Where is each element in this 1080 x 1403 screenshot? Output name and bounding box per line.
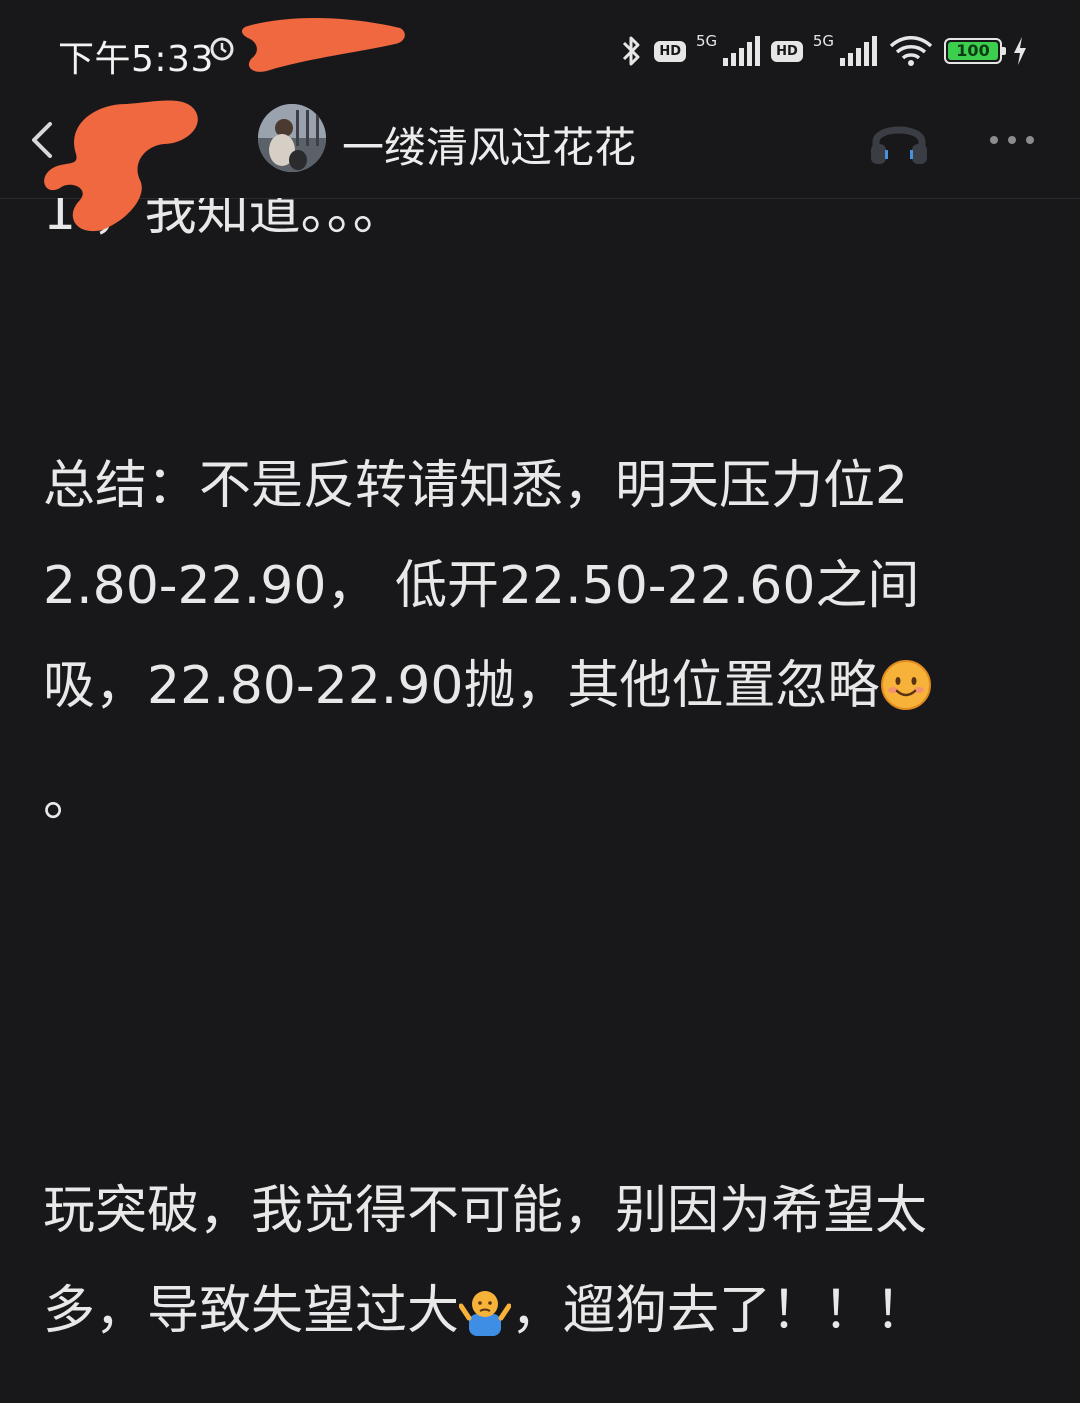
closing-line-2-text: 多，导致失望过大	[43, 1281, 460, 1341]
hd-badge-1: HD	[654, 40, 686, 62]
system-icons: HD 5G HD 5G 100	[620, 30, 1028, 72]
summary-line-1: 总结：不是反转请知悉，明天压力位2	[43, 456, 909, 516]
headphone-icon[interactable]	[868, 112, 930, 168]
summary-line-4: 。	[43, 768, 96, 828]
network-5g-1: 5G	[695, 32, 718, 50]
hd-badge-2: HD	[771, 40, 803, 62]
charging-icon	[1014, 37, 1026, 65]
network-5g-2: 5G	[812, 32, 834, 50]
battery-icon: 100	[944, 38, 1006, 64]
shrug-emoji	[459, 1291, 512, 1336]
bluetooth-icon	[623, 36, 640, 66]
closing-line-3-text: ，遛狗去了！！！	[511, 1281, 928, 1341]
summary-line-2: 2.80-22.90， 低开22.50-22.60之间	[43, 556, 920, 616]
redaction-mark	[242, 17, 405, 72]
wifi-icon	[889, 36, 933, 66]
signal-icon	[723, 36, 761, 66]
post-content: 1.，我知道。。。 总结：不是反转请知悉，明天压力位2 2.80-22.90， …	[0, 198, 1080, 1403]
closing-line-1: 玩突破，我觉得不可能，别因为希望太	[43, 1181, 928, 1241]
redaction-mark-2	[44, 100, 198, 232]
signal-icon-2	[840, 36, 877, 66]
battery-level: 100	[948, 42, 998, 60]
avatar[interactable]	[258, 104, 326, 172]
status-time: 下午5:33	[58, 39, 214, 80]
summary-line-3: 吸，22.80-22.90抛，其他位置忽略	[43, 636, 1043, 736]
summary-line-3-text: 吸，22.80-22.90抛，其他位置忽略	[43, 656, 880, 716]
more-icon[interactable]	[986, 128, 1038, 152]
smile-emoji	[880, 660, 931, 710]
closing-line-2: 多，导致失望过大 ，遛狗去了！！！	[43, 1261, 1043, 1361]
author-name[interactable]: 一缕清风过花花	[342, 114, 636, 175]
